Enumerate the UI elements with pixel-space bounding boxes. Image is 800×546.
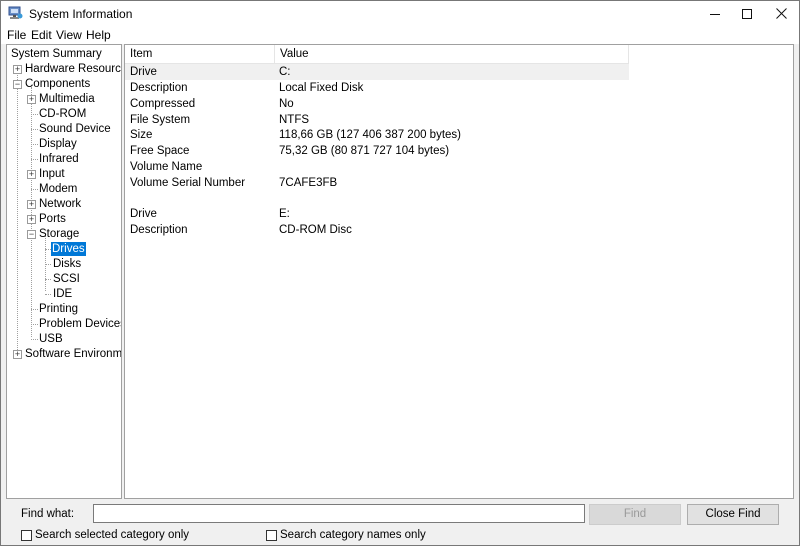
table-row[interactable]: Free Space 75,32 GB (80 871 727 104 byte…	[125, 143, 629, 159]
tree-item-display[interactable]: Display	[7, 137, 121, 151]
menu-edit[interactable]: Edit	[31, 28, 52, 42]
tree-item-network[interactable]: + Network	[7, 197, 121, 211]
table-row[interactable]: Description CD-ROM Disc	[125, 222, 629, 238]
table-row[interactable]: Compressed No	[125, 96, 629, 112]
search-category-names-checkbox[interactable]	[266, 529, 277, 541]
collapse-minus-icon[interactable]: −	[27, 230, 36, 239]
cell-value: 7CAFE3FB	[279, 177, 338, 189]
table-row[interactable]: File System NTFS	[125, 112, 629, 128]
expand-plus-icon[interactable]: +	[27, 170, 36, 179]
collapse-minus-icon[interactable]: −	[13, 80, 22, 89]
cell-value: 118,66 GB (127 406 387 200 bytes)	[279, 129, 462, 141]
cell-item: Volume Name	[130, 161, 203, 173]
table-row[interactable]: Volume Serial Number 7CAFE3FB	[125, 175, 629, 191]
expand-plus-icon[interactable]: +	[13, 65, 22, 74]
table-row[interactable]	[125, 191, 629, 207]
find-what-label: Find what:	[21, 508, 75, 520]
tree-item-usb[interactable]: USB	[7, 332, 121, 346]
cell-item: Drive	[130, 66, 157, 78]
tree-item-ide[interactable]: IDE	[7, 287, 121, 301]
title-bar: System Information	[1, 1, 799, 26]
window-title: System Information	[29, 7, 133, 21]
menu-view[interactable]: View	[56, 28, 82, 42]
search-category-names-label: Search category names only	[280, 529, 426, 541]
minimize-icon	[710, 14, 720, 15]
cell-value: E:	[279, 208, 290, 220]
cell-value: No	[279, 98, 294, 110]
cell-item: Volume Serial Number	[130, 177, 246, 189]
table-row[interactable]: Drive E:	[125, 206, 629, 222]
column-header-value[interactable]: Value	[275, 45, 629, 64]
menu-file[interactable]: File	[7, 28, 26, 42]
tree-item-input[interactable]: + Input	[7, 167, 121, 181]
cell-item: Free Space	[130, 145, 190, 157]
table-row[interactable]: Size 118,66 GB (127 406 387 200 bytes)	[125, 127, 629, 143]
find-button[interactable]: Find	[589, 504, 681, 525]
search-selected-category-label: Search selected category only	[35, 529, 190, 541]
system-information-window: System Information File Edit View Help S…	[0, 0, 800, 546]
tree-item-modem[interactable]: Modem	[7, 182, 121, 196]
expand-plus-icon[interactable]: +	[27, 95, 36, 104]
expand-plus-icon[interactable]: +	[13, 350, 22, 359]
cell-value: Local Fixed Disk	[279, 82, 364, 94]
tree-item-components[interactable]: − Components	[7, 77, 121, 91]
close-icon	[775, 8, 787, 19]
close-button[interactable]	[764, 1, 798, 26]
maximize-button[interactable]	[730, 1, 764, 26]
tree-item-cd-rom[interactable]: CD-ROM	[7, 107, 121, 121]
close-find-button[interactable]: Close Find	[687, 504, 779, 525]
tree-item-printing[interactable]: Printing	[7, 302, 121, 316]
cell-value: CD-ROM Disc	[279, 224, 352, 236]
cell-item: File System	[130, 114, 191, 126]
menu-bar: File Edit View Help	[1, 26, 799, 44]
tree-item-multimedia[interactable]: + Multimedia	[7, 92, 121, 106]
cell-item: Description	[130, 224, 188, 236]
tree-item-ports[interactable]: + Ports	[7, 212, 121, 226]
expand-plus-icon[interactable]: +	[27, 200, 36, 209]
cell-value: 75,32 GB (80 871 727 104 bytes)	[279, 145, 450, 157]
search-selected-category-option[interactable]: Search selected category only	[21, 528, 189, 542]
tree-item-disks[interactable]: Disks	[7, 257, 121, 271]
tree-item-sound-device[interactable]: Sound Device	[7, 122, 121, 136]
tree-item-scsi[interactable]: SCSI	[7, 272, 121, 286]
menu-help[interactable]: Help	[86, 28, 111, 42]
search-selected-category-checkbox[interactable]	[21, 529, 32, 541]
system-information-app-icon	[8, 6, 23, 19]
tree-item-storage[interactable]: − Storage	[7, 227, 121, 241]
details-list[interactable]: Item Value Drive C: Description Local Fi…	[124, 44, 794, 499]
cell-value: C:	[279, 66, 291, 78]
cell-item: Description	[130, 82, 188, 94]
tree-item-drives[interactable]: Drives	[7, 242, 121, 256]
table-row[interactable]: Description Local Fixed Disk	[125, 80, 629, 96]
cell-item: Drive	[130, 208, 157, 220]
table-row[interactable]: Drive C:	[125, 64, 629, 80]
expand-plus-icon[interactable]: +	[27, 215, 36, 224]
find-what-input[interactable]	[93, 504, 585, 523]
minimize-button[interactable]	[698, 1, 732, 26]
category-tree[interactable]: System Summary + Hardware Resources − Co…	[6, 44, 122, 499]
search-category-names-option[interactable]: Search category names only	[266, 528, 426, 542]
maximize-icon	[742, 8, 752, 19]
tree-item-infrared[interactable]: Infrared	[7, 152, 121, 166]
tree-item-hardware-resources[interactable]: + Hardware Resources	[7, 62, 121, 76]
cell-item: Size	[130, 129, 153, 141]
tree-item-problem-devices[interactable]: Problem Devices	[7, 317, 121, 331]
cell-item: Compressed	[130, 98, 196, 110]
column-header-item[interactable]: Item	[125, 45, 275, 64]
tree-item-software-environment[interactable]: + Software Environment	[7, 347, 121, 361]
cell-value: NTFS	[279, 114, 310, 126]
table-row[interactable]: Volume Name	[125, 159, 629, 175]
